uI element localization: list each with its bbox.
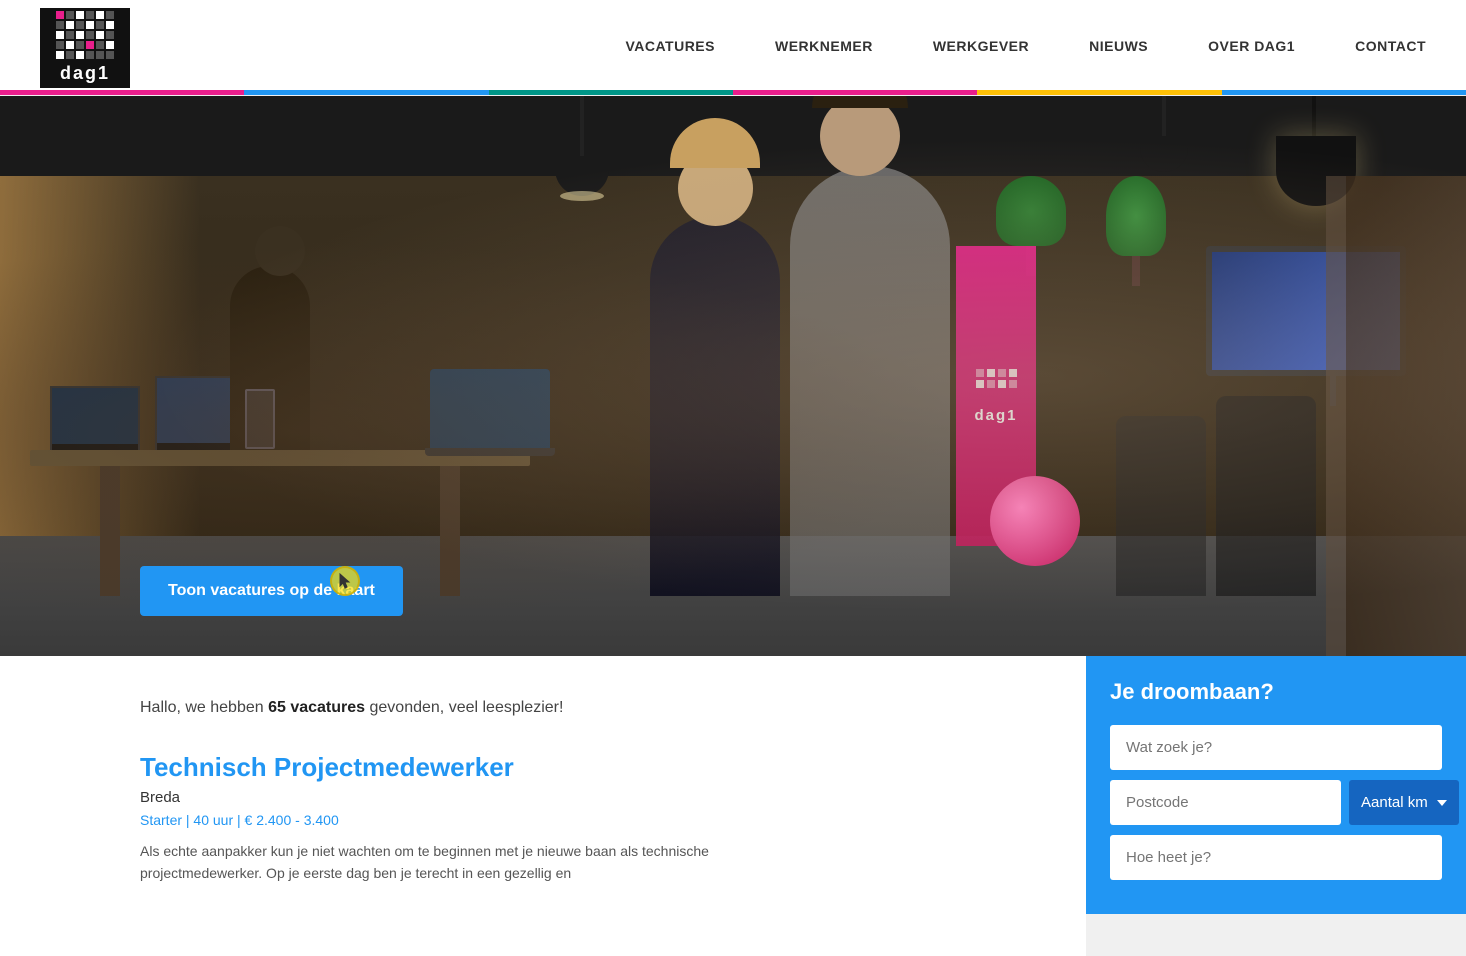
color-bar-blue2 bbox=[367, 90, 489, 95]
color-bar-blue1 bbox=[244, 90, 366, 95]
intro-text: Hallo, we hebben 65 vacatures gevonden, … bbox=[140, 696, 1026, 720]
logo-dot bbox=[106, 51, 114, 59]
job-location: Breda bbox=[140, 789, 1026, 806]
job-listing: Technisch Projectmedewerker Breda Starte… bbox=[140, 752, 1026, 885]
intro-text-before: Hallo, we hebben bbox=[140, 699, 268, 716]
logo-image: dag1 bbox=[40, 8, 130, 88]
logo-dot bbox=[76, 31, 84, 39]
job-meta: Starter | 40 uur | € 2.400 - 3.400 bbox=[140, 812, 1026, 828]
logo-dot bbox=[96, 31, 104, 39]
logo-dot bbox=[86, 41, 94, 49]
logo-dot bbox=[96, 11, 104, 19]
color-bar-teal2 bbox=[611, 90, 733, 95]
logo-area[interactable]: dag1 bbox=[40, 8, 130, 88]
logo-dot bbox=[56, 31, 64, 39]
sidebar: Je droombaan? Aantal km ▼ 5 km 10 km 25 … bbox=[1086, 656, 1466, 956]
color-bar-pink2 bbox=[122, 90, 244, 95]
job-title-link[interactable]: Technisch Projectmedewerker bbox=[140, 752, 1026, 783]
logo-text: dag1 bbox=[60, 63, 110, 84]
color-bar-teal1 bbox=[489, 90, 611, 95]
nav-item-werknemer[interactable]: WERKNEMER bbox=[775, 38, 873, 58]
nav-item-werkgever[interactable]: WERKGEVER bbox=[933, 38, 1029, 58]
name-input[interactable] bbox=[1110, 835, 1442, 880]
nav-item-contact[interactable]: CONTACT bbox=[1355, 38, 1426, 58]
color-bar-yellow1 bbox=[977, 90, 1099, 95]
dream-job-box: Je droombaan? Aantal km ▼ 5 km 10 km 25 … bbox=[1086, 651, 1466, 914]
color-bar-pink3 bbox=[733, 90, 855, 95]
logo-dot bbox=[66, 51, 74, 59]
postcode-input[interactable] bbox=[1110, 780, 1341, 825]
intro-text-after: gevonden, veel leesplezier! bbox=[365, 699, 563, 716]
logo-dot bbox=[86, 11, 94, 19]
logo-dot bbox=[106, 21, 114, 29]
show-map-button[interactable]: Toon vacatures op de kaart bbox=[140, 566, 403, 616]
intro-vacatures-count: 65 vacatures bbox=[268, 699, 365, 716]
km-select[interactable]: Aantal km ▼ 5 km 10 km 25 km 50 km bbox=[1349, 780, 1459, 825]
cursor-indicator bbox=[330, 566, 360, 596]
logo-dot bbox=[106, 11, 114, 19]
logo-dot bbox=[66, 41, 74, 49]
color-bar-yellow2 bbox=[1100, 90, 1222, 95]
logo-dot bbox=[56, 41, 64, 49]
logo-dot bbox=[96, 41, 104, 49]
job-search-input[interactable] bbox=[1110, 725, 1442, 770]
color-bar-pink1 bbox=[0, 90, 122, 95]
logo-dot bbox=[106, 31, 114, 39]
color-bar-pink4 bbox=[855, 90, 977, 95]
logo-dot bbox=[56, 21, 64, 29]
logo-dot bbox=[66, 21, 74, 29]
logo-dot bbox=[76, 21, 84, 29]
logo-dot bbox=[86, 31, 94, 39]
search-location-row: Aantal km ▼ 5 km 10 km 25 km 50 km bbox=[1110, 780, 1442, 825]
cursor-icon bbox=[338, 572, 352, 590]
nav-item-nieuws[interactable]: NIEUWS bbox=[1089, 38, 1148, 58]
color-bar-blue4 bbox=[1344, 90, 1466, 95]
site-header: dag1 VACATURES WERKNEMER WERKGEVER NIEUW… bbox=[0, 0, 1466, 96]
logo-dot bbox=[66, 31, 74, 39]
nav-color-bars bbox=[0, 90, 1466, 95]
logo-dot bbox=[86, 21, 94, 29]
dream-job-title: Je droombaan? bbox=[1110, 679, 1442, 705]
main-content: Hallo, we hebben 65 vacatures gevonden, … bbox=[0, 656, 1466, 956]
jobs-section: Hallo, we hebben 65 vacatures gevonden, … bbox=[0, 656, 1086, 956]
logo-dot bbox=[86, 51, 94, 59]
job-description: Als echte aanpakker kun je niet wachten … bbox=[140, 840, 820, 885]
logo-dot bbox=[56, 51, 64, 59]
nav-item-vacatures[interactable]: VACATURES bbox=[625, 38, 715, 58]
logo-dot bbox=[96, 21, 104, 29]
main-nav: VACATURES WERKNEMER WERKGEVER NIEUWS OVE… bbox=[625, 38, 1426, 58]
hero-section: dag1 Toon vacatures op de kaart bbox=[0, 96, 1466, 656]
logo-dot bbox=[76, 41, 84, 49]
logo-dot bbox=[66, 11, 74, 19]
logo-dot bbox=[56, 11, 64, 19]
nav-item-over-dag1[interactable]: OVER DAG1 bbox=[1208, 38, 1295, 58]
color-bar-blue3 bbox=[1222, 90, 1344, 95]
logo-dot bbox=[96, 51, 104, 59]
logo-dot bbox=[106, 41, 114, 49]
logo-grid bbox=[56, 11, 114, 59]
logo-dot bbox=[76, 11, 84, 19]
logo-dot bbox=[76, 51, 84, 59]
